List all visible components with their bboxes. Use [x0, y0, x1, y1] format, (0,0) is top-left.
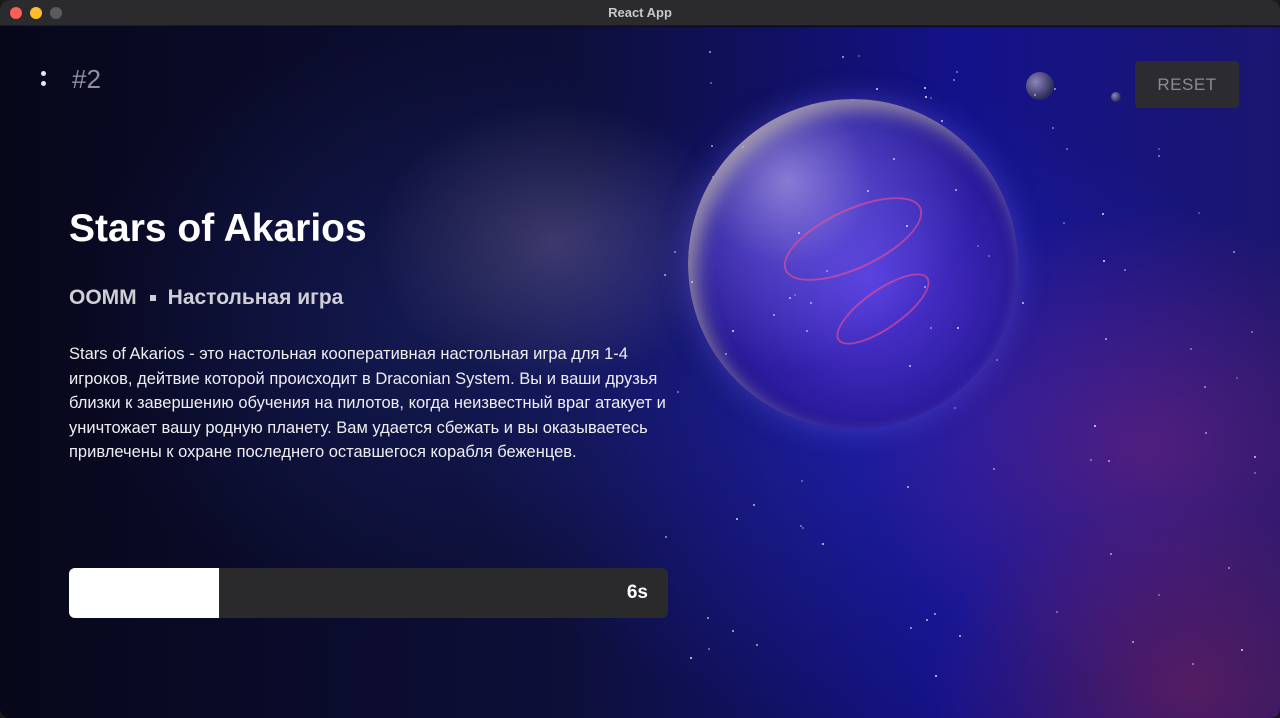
star-dot — [752, 503, 755, 506]
separator-square-icon — [149, 295, 156, 301]
star-dot — [707, 617, 710, 620]
star-dot — [930, 96, 933, 99]
star-dot — [677, 391, 680, 394]
star-dot — [1235, 376, 1238, 379]
star-dot — [741, 145, 744, 148]
game-description: Stars of Akarios - это настольная коопер… — [69, 345, 666, 461]
menu-dot — [41, 71, 46, 76]
star-dot — [1190, 347, 1193, 350]
star-dot — [926, 619, 929, 622]
star-dot — [924, 86, 927, 89]
star-dot — [801, 480, 804, 483]
small-moon-illustration — [1111, 92, 1121, 102]
star-dot — [956, 71, 959, 74]
star-dot — [923, 285, 926, 288]
star-dot — [1233, 251, 1236, 254]
star-dot — [1090, 458, 1093, 461]
star-dot — [842, 56, 845, 59]
star-dot — [789, 296, 792, 299]
moon-illustration — [1026, 72, 1054, 100]
star-dot — [732, 630, 735, 633]
close-window-button[interactable] — [10, 7, 22, 19]
star-dot — [1066, 148, 1069, 151]
star-dot — [1110, 553, 1113, 556]
star-dot — [935, 675, 938, 678]
star-dot — [1197, 211, 1200, 214]
star-dot — [1204, 432, 1207, 435]
star-dot — [875, 87, 878, 90]
star-dot — [1051, 126, 1054, 129]
star-dot — [690, 656, 693, 659]
star-dot — [709, 82, 712, 85]
star-dot — [1227, 566, 1230, 569]
reset-button[interactable]: RESET — [1135, 61, 1239, 108]
star-dot — [711, 144, 714, 147]
star-dot — [867, 189, 869, 192]
star-dot — [822, 542, 825, 545]
star-dot — [1108, 459, 1111, 462]
star-dot — [1158, 154, 1161, 157]
star-dot — [1054, 87, 1057, 90]
menu-icon[interactable] — [36, 67, 52, 91]
star-dot — [1241, 648, 1244, 651]
planet-illustration — [688, 99, 1018, 429]
window-title: React App — [608, 5, 672, 20]
star-dot — [1132, 640, 1135, 643]
star-dot — [1251, 331, 1254, 334]
star-dot — [992, 467, 995, 470]
star-dot — [910, 627, 913, 630]
star-dot — [825, 269, 828, 272]
star-dot — [1094, 425, 1097, 428]
menu-dot — [41, 81, 46, 86]
star-dot — [802, 527, 805, 530]
star-dot — [952, 79, 955, 82]
star-dot — [907, 486, 910, 489]
star-dot — [996, 358, 999, 361]
star-dot — [976, 244, 979, 247]
maximize-window-button[interactable] — [50, 7, 62, 19]
star-dot — [1253, 456, 1256, 459]
star-dot — [1254, 471, 1257, 474]
star-dot — [1103, 259, 1106, 262]
star-dot — [959, 635, 962, 638]
game-meta: OOMM Настольная игра — [69, 286, 343, 310]
star-dot — [736, 517, 739, 520]
timer-label: 6s — [626, 582, 648, 603]
star-dot — [707, 648, 710, 651]
star-dot — [665, 536, 668, 539]
star-dot — [1102, 213, 1105, 216]
star-dot — [858, 55, 861, 58]
app-window: React App #2 RESET Stars of Akarios OOMM… — [0, 0, 1280, 718]
star-dot — [941, 119, 944, 122]
star-dot — [674, 250, 677, 253]
star-dot — [664, 274, 667, 277]
star-dot — [1104, 338, 1107, 341]
title-bar: React App — [0, 0, 1280, 26]
rank-number: #2 — [72, 64, 101, 94]
timer-progress-bar: 6s — [69, 568, 668, 618]
publisher-label: OOMM — [69, 286, 137, 309]
hero-background: #2 RESET Stars of Akarios OOMM Настольна… — [0, 27, 1280, 718]
star-dot — [691, 280, 694, 283]
timer-progress-fill — [69, 568, 219, 618]
star-dot — [1063, 222, 1066, 225]
minimize-window-button[interactable] — [30, 7, 42, 19]
star-dot — [933, 612, 936, 615]
star-dot — [1158, 148, 1161, 151]
star-dot — [755, 644, 758, 647]
star-dot — [1192, 662, 1195, 665]
star-dot — [1123, 269, 1126, 272]
category-label: Настольная игра — [167, 286, 344, 309]
game-title: Stars of Akarios — [69, 207, 367, 250]
star-dot — [709, 50, 712, 53]
star-dot — [954, 407, 957, 410]
star-dot — [1158, 593, 1161, 596]
star-dot — [1056, 610, 1059, 613]
star-dot — [1021, 302, 1024, 305]
star-dot — [1203, 385, 1206, 388]
star-dot — [711, 175, 714, 178]
star-dot — [924, 96, 927, 99]
